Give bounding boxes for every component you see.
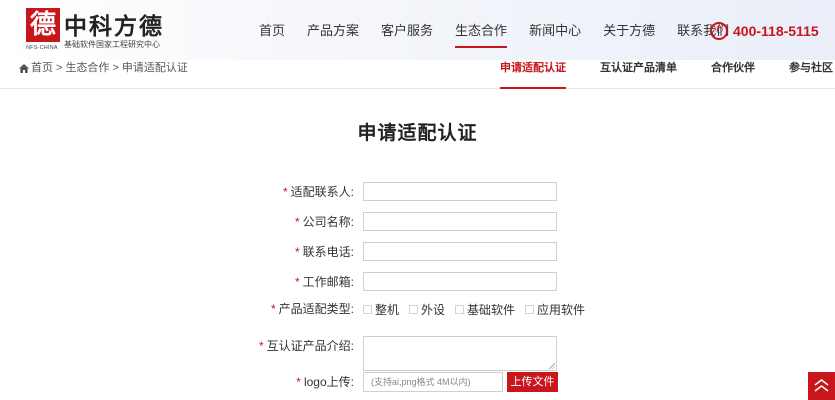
form-row-company: * 公司名称: <box>0 212 835 232</box>
product-type-label: * 产品适配类型: <box>271 299 354 319</box>
nav-item-about[interactable]: 关于方德 <box>592 0 666 60</box>
type-option-label: 整机 <box>375 302 400 317</box>
contact-input[interactable] <box>363 182 557 201</box>
checkbox[interactable] <box>455 304 465 314</box>
home-icon <box>19 63 29 73</box>
logo-file-field[interactable]: (支持ai,png格式 4M以内) <box>363 372 503 392</box>
type-option-base-software[interactable]: 基础软件 <box>455 301 515 318</box>
nav-item-products[interactable]: 产品方案 <box>296 0 370 60</box>
type-option-label: 应用软件 <box>537 302 586 317</box>
upload-button[interactable]: 上传文件 <box>507 372 558 392</box>
email-label: * 工作邮箱: <box>295 272 354 292</box>
logo-label: * logo上传: <box>296 372 354 392</box>
form-row-phone: * 联系电话: <box>0 242 835 262</box>
breadcrumb-home[interactable]: 首页 <box>31 60 53 76</box>
checkbox[interactable] <box>363 304 372 314</box>
intro-textarea[interactable] <box>363 336 557 371</box>
checkbox[interactable] <box>409 304 419 314</box>
breadcrumb-current: 申请适配认证 <box>121 62 188 74</box>
site-logo[interactable]: 德 NFS·CHINA 中科方德 基础软件国家工程研究中心 <box>26 8 166 52</box>
back-to-top-button[interactable] <box>808 372 835 400</box>
nav-item-service[interactable]: 客户服务 <box>370 0 444 60</box>
form-row-contact: * 适配联系人: <box>0 182 835 202</box>
required-mark: * <box>294 215 300 229</box>
subnav-community[interactable]: 参与社区 <box>767 60 835 89</box>
logo-label-text: logo上传: <box>303 375 354 389</box>
intro-label: * 互认证产品介绍: <box>259 336 354 356</box>
phone-label: * 联系电话: <box>295 242 354 262</box>
form-row-product-type: * 产品适配类型: 整机 外设 基础软件 应用软件 <box>0 299 835 319</box>
nav-item-ecosystem[interactable]: 生态合作 <box>444 0 518 60</box>
required-mark: * <box>258 339 264 353</box>
logo-name: 中科方德 <box>64 13 164 40</box>
phone-input[interactable] <box>363 242 557 261</box>
required-mark: * <box>270 302 276 316</box>
type-option-label: 外设 <box>421 302 446 317</box>
resize-grip-icon[interactable] <box>548 362 555 369</box>
company-input[interactable] <box>363 212 557 231</box>
product-type-options: 整机 外设 基础软件 应用软件 <box>363 299 595 319</box>
checkbox[interactable] <box>525 304 535 314</box>
required-mark: * <box>294 275 300 289</box>
breadcrumb-ecosystem[interactable]: 生态合作 <box>65 60 109 76</box>
logo-subtitle: 基础软件国家工程研究中心 <box>64 40 160 49</box>
logo-english: NFS·CHINA <box>26 45 58 51</box>
contact-label-text: 适配联系人: <box>290 185 354 199</box>
required-mark: * <box>296 375 301 389</box>
phone-label-text: 联系电话: <box>302 245 354 259</box>
main-nav: 首页 产品方案 客户服务 生态合作 新闻中心 关于方德 联系我们 <box>248 0 740 60</box>
subnav-apply-certification[interactable]: 申请适配认证 <box>488 60 578 89</box>
logo-mark: 德 <box>26 8 60 42</box>
nav-item-home[interactable]: 首页 <box>248 0 296 60</box>
email-input[interactable] <box>363 272 557 291</box>
type-option-peripheral[interactable]: 外设 <box>409 301 445 318</box>
sub-bar: 首页 > 生态合作 > 申请适配认证 申请适配认证 互认证产品清单 合作伙伴 参… <box>0 60 835 89</box>
breadcrumb-separator: > <box>56 62 63 74</box>
company-label: * 公司名称: <box>295 212 354 232</box>
phone-icon: ✆ <box>710 22 728 40</box>
site-header: 德 NFS·CHINA 中科方德 基础软件国家工程研究中心 首页 产品方案 客户… <box>0 0 835 60</box>
subnav-partners[interactable]: 合作伙伴 <box>689 60 767 89</box>
form-row-logo: * logo上传: (支持ai,png格式 4M以内) 上传文件 <box>0 372 835 392</box>
hotline[interactable]: ✆ 400-118-5115 <box>710 20 819 42</box>
form-row-email: * 工作邮箱: <box>0 272 835 292</box>
intro-label-text: 互认证产品介绍: <box>266 339 354 353</box>
subnav-certified-products[interactable]: 互认证产品清单 <box>578 60 689 89</box>
contact-label: * 适配联系人: <box>283 182 354 202</box>
nav-item-news[interactable]: 新闻中心 <box>518 0 592 60</box>
chevron-up-icon <box>814 379 829 392</box>
required-mark: * <box>294 245 300 259</box>
breadcrumb: 首页 > 生态合作 > 申请适配认证 <box>19 60 191 76</box>
form-row-intro: * 互认证产品介绍: <box>0 336 835 371</box>
type-option-label: 基础软件 <box>467 302 516 317</box>
required-mark: * <box>282 185 288 199</box>
sub-nav: 申请适配认证 互认证产品清单 合作伙伴 参与社区 <box>488 60 835 89</box>
page-title: 申请适配认证 <box>357 123 478 144</box>
company-label-text: 公司名称: <box>302 215 354 229</box>
breadcrumb-separator: > <box>112 62 119 74</box>
type-option-application[interactable]: 应用软件 <box>525 301 585 318</box>
hotline-number: 400-118-5115 <box>733 23 819 39</box>
type-option-machine[interactable]: 整机 <box>363 301 399 318</box>
email-label-text: 工作邮箱: <box>302 275 354 289</box>
product-type-label-text: 产品适配类型: <box>278 302 354 316</box>
